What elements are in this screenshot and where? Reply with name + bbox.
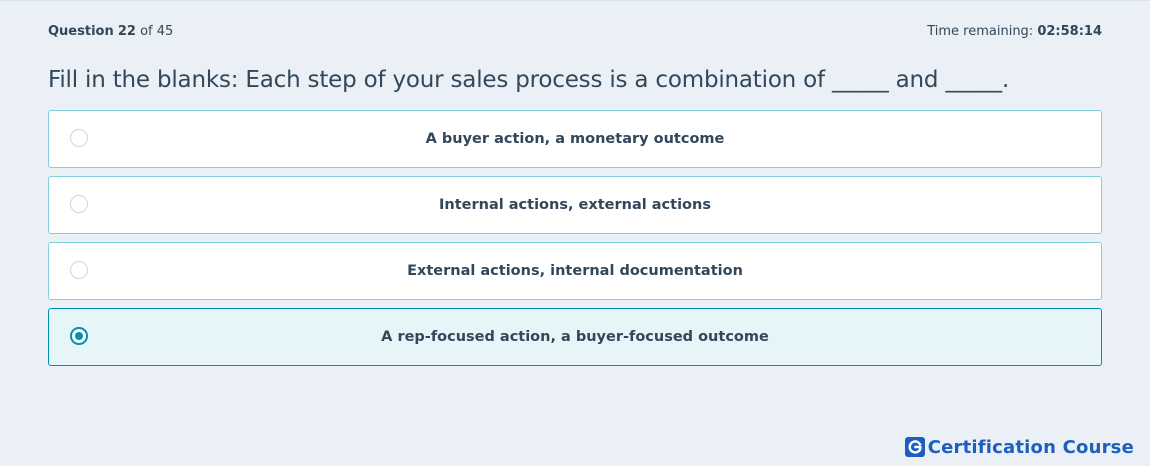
brand-name: Certification Course xyxy=(927,436,1134,458)
answer-option-label: Internal actions, external actions xyxy=(439,197,711,213)
answer-option-label: A buyer action, a monetary outcome xyxy=(425,131,725,147)
question-label: Question xyxy=(48,24,114,39)
time-value: 02:58:14 xyxy=(1037,24,1102,39)
time-remaining: Time remaining: 02:58:14 xyxy=(927,23,1102,41)
question-text: Fill in the blanks: Each step of your sa… xyxy=(48,67,1010,93)
g-logo-icon xyxy=(904,437,925,457)
question-number: 22 xyxy=(117,24,136,39)
answer-option[interactable]: A buyer action, a monetary outcome xyxy=(48,110,1102,168)
answer-option-label: External actions, internal documentation xyxy=(407,263,743,279)
question-counter: Question 22 of 45 xyxy=(48,23,173,41)
question-total: of 45 xyxy=(140,24,174,39)
top-divider xyxy=(0,0,1150,1)
quiz-header: Question 22 of 45 Time remaining: 02:58:… xyxy=(48,23,1102,41)
answer-option-selected[interactable]: A rep-focused action, a buyer-focused ou… xyxy=(48,308,1102,366)
answer-option[interactable]: External actions, internal documentation xyxy=(48,242,1102,300)
answer-option[interactable]: Internal actions, external actions xyxy=(48,176,1102,234)
answer-option-label: A rep-focused action, a buyer-focused ou… xyxy=(381,329,769,345)
time-label: Time remaining: xyxy=(927,24,1034,39)
answer-options: A buyer action, a monetary outcome Inter… xyxy=(48,110,1102,374)
brand-logo: Certification Course xyxy=(904,436,1134,458)
